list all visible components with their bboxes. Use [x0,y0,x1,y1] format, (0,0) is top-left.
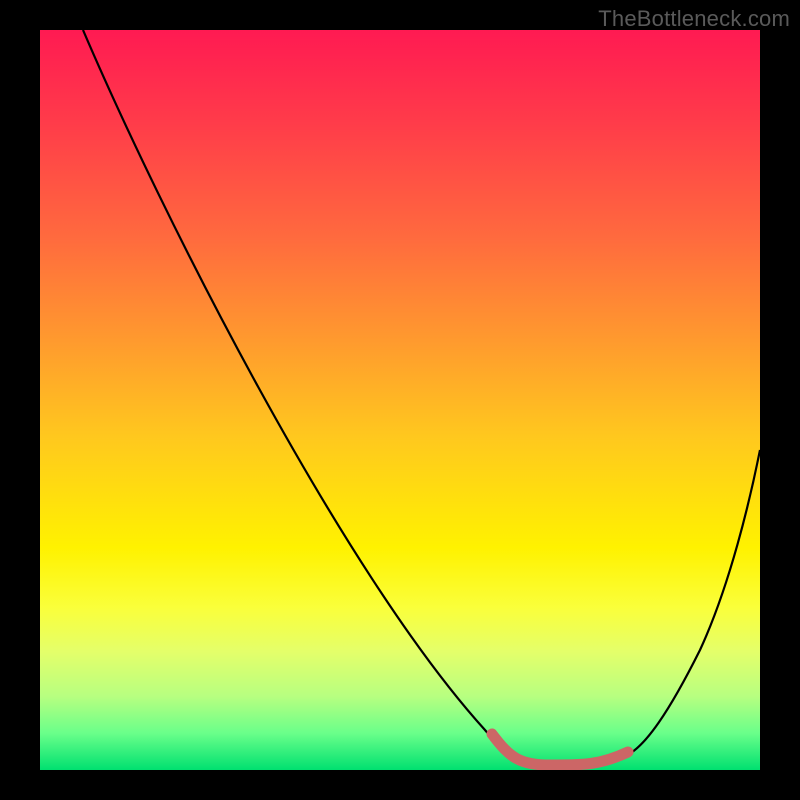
optimal-band-path [492,734,628,765]
chart-frame: TheBottleneck.com [0,0,800,800]
curve-overlay [40,30,760,770]
watermark-text: TheBottleneck.com [598,6,790,32]
bottleneck-curve-path [83,30,760,766]
